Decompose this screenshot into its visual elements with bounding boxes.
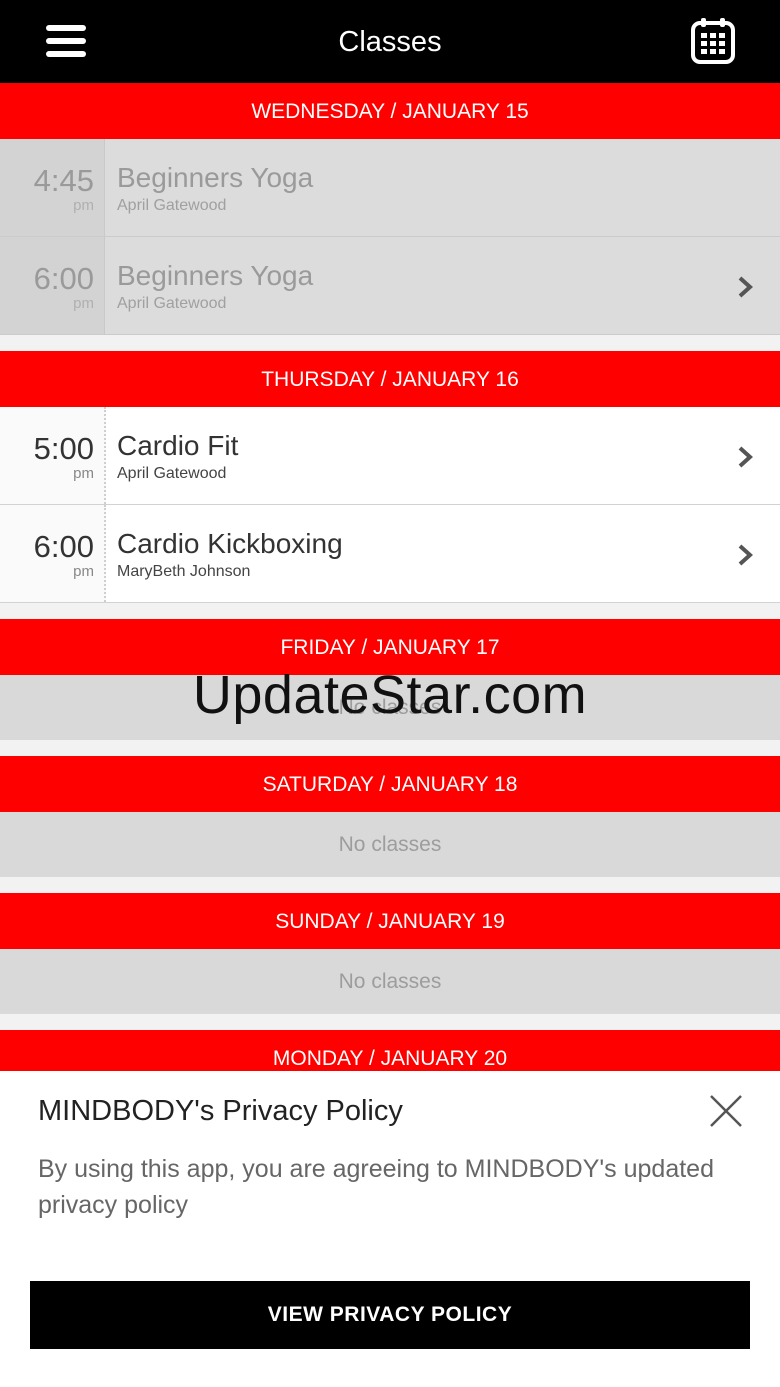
page-title: Classes [338,26,442,58]
day-header-sunday: SUNDAY / JANUARY 19 [0,893,780,949]
divider [0,603,780,619]
class-time-ampm: pm [73,295,94,312]
class-row[interactable]: 4:45 pm Beginners Yoga April Gatewood [0,139,780,237]
divider [0,1014,780,1030]
class-time-value: 5:00 [33,431,94,466]
top-bar: Classes [0,0,780,83]
class-name: Beginners Yoga [117,260,314,291]
no-classes-message: No classes [0,812,780,877]
class-time: 6:00 pm [0,505,106,602]
chevron-right-icon [738,276,753,298]
class-time-ampm: pm [73,197,94,214]
class-row[interactable]: 6:00 pm Beginners Yoga April Gatewood [0,237,780,335]
divider [0,740,780,756]
privacy-message: By using this app, you are agreeing to M… [38,1155,714,1219]
class-teacher: April Gatewood [117,197,227,214]
chevron-right-icon [738,446,753,468]
class-row[interactable]: 6:00 pm Cardio Kickboxing MaryBeth Johns… [0,505,780,603]
class-time: 6:00 pm [0,237,105,334]
class-time: 5:00 pm [0,407,106,504]
class-name: Cardio Fit [117,430,239,461]
class-name: Cardio Kickboxing [117,528,343,559]
class-time-value: 6:00 [33,529,94,564]
close-icon[interactable] [708,1093,744,1129]
calendar-icon[interactable] [690,17,736,65]
class-teacher: April Gatewood [117,295,227,312]
class-name: Beginners Yoga [117,162,314,193]
class-time: 4:45 pm [0,139,105,236]
day-header-thursday: THURSDAY / JANUARY 16 [0,351,780,407]
privacy-title: MINDBODY's Privacy Policy [38,1095,403,1127]
day-header-saturday: SATURDAY / JANUARY 18 [0,756,780,812]
no-classes-message: No classes [0,949,780,1014]
class-time-ampm: pm [73,563,94,580]
divider [0,335,780,351]
day-header-wednesday: WEDNESDAY / JANUARY 15 [0,83,780,139]
class-teacher: April Gatewood [117,465,227,482]
watermark: UpdateStar.com [192,665,588,725]
class-time-ampm: pm [73,465,94,482]
class-row[interactable]: 5:00 pm Cardio Fit April Gatewood [0,407,780,505]
class-schedule-list: WEDNESDAY / JANUARY 15 4:45 pm Beginners… [0,83,780,1086]
privacy-policy-banner: MINDBODY's Privacy Policy By using this … [0,1071,780,1387]
chevron-right-icon [738,544,753,566]
class-time-value: 6:00 [33,261,94,296]
divider [0,877,780,893]
class-teacher: MaryBeth Johnson [117,563,251,580]
class-time-value: 4:45 [33,163,94,198]
view-privacy-policy-button[interactable]: VIEW PRIVACY POLICY [30,1281,750,1349]
